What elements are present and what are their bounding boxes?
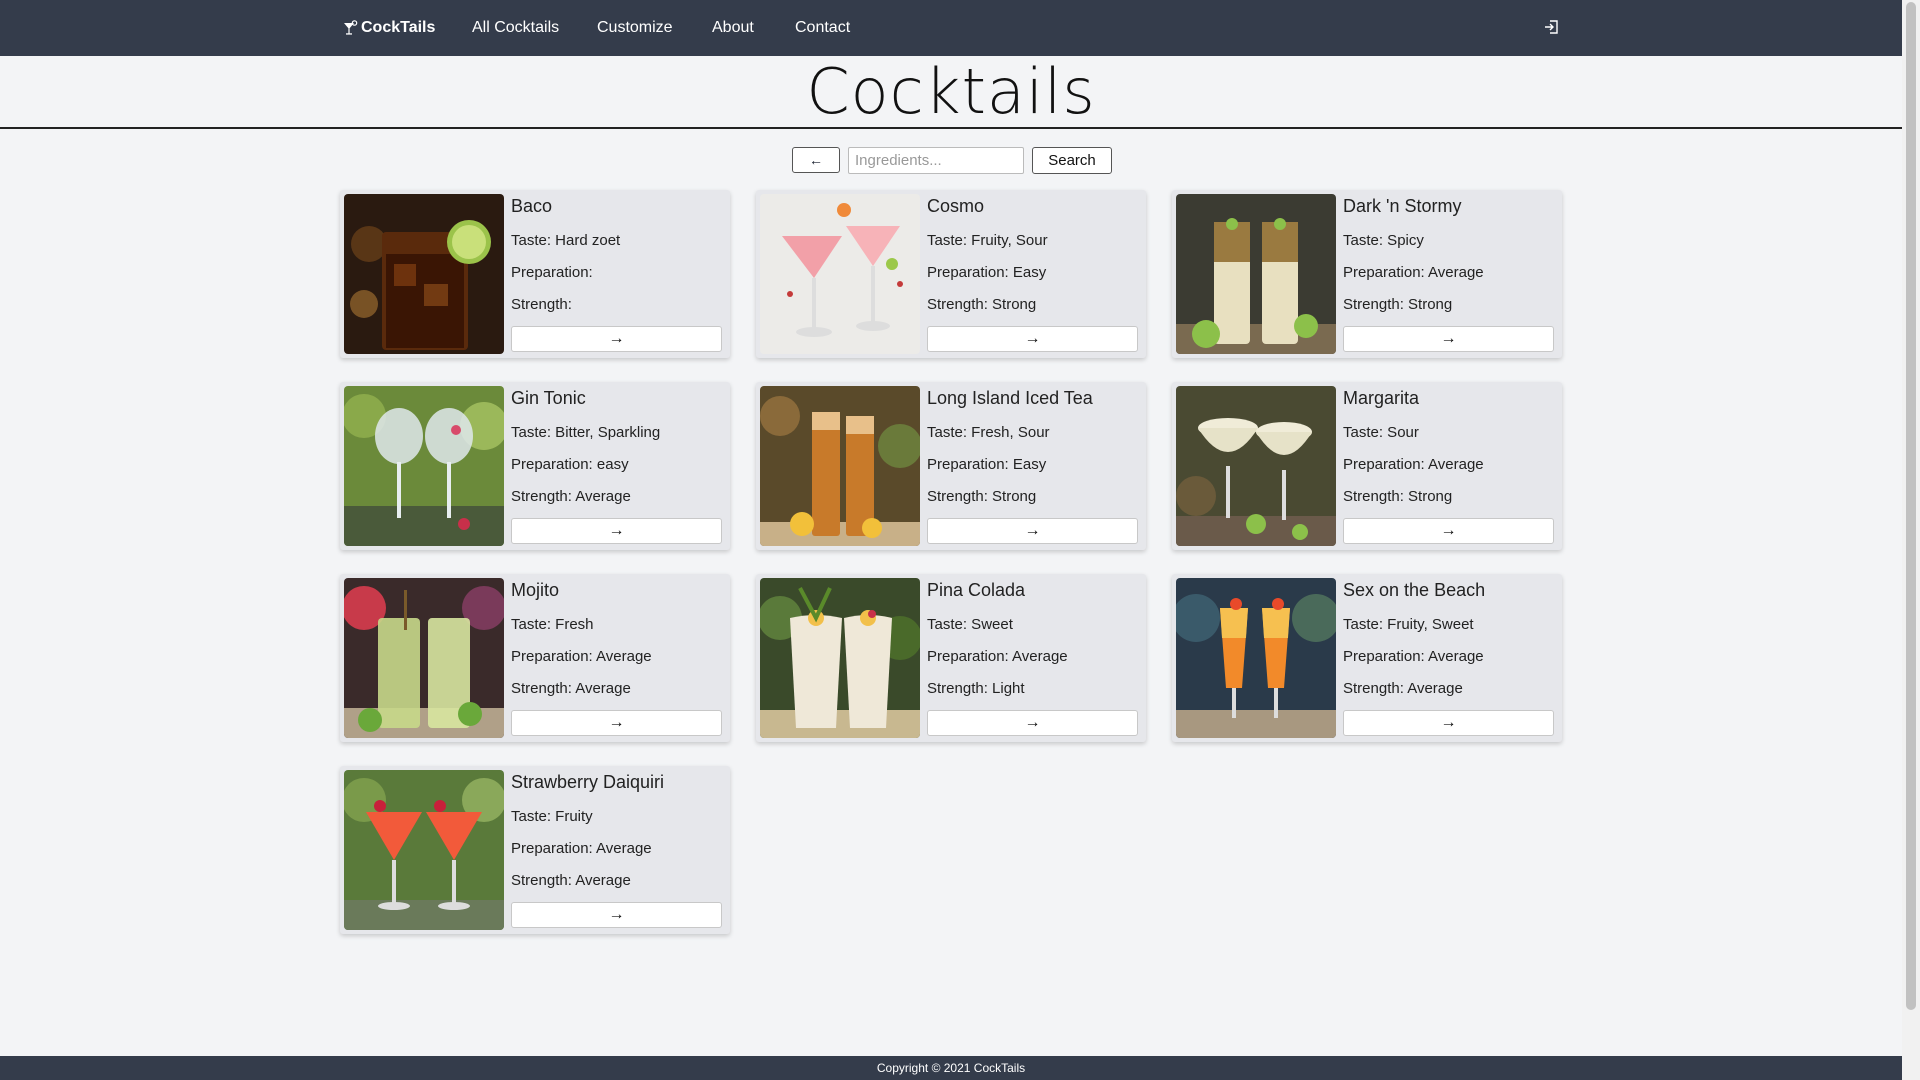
cocktail-preparation: Preparation: easy bbox=[511, 456, 629, 473]
cocktail-image-gin-tonic bbox=[344, 386, 504, 546]
cocktail-card: Strawberry Daiquiri Taste: Fruity Prepar… bbox=[340, 766, 730, 934]
cocktail-strength: Strength: Light bbox=[927, 680, 1025, 697]
cocktail-card: Baco Taste: Hard zoet Preparation: Stren… bbox=[340, 190, 730, 358]
cocktail-name: Long Island Iced Tea bbox=[927, 388, 1093, 408]
cocktail-image-cosmo bbox=[760, 194, 920, 354]
cocktail-strength: Strength: Strong bbox=[927, 296, 1037, 313]
cocktail-preparation: Preparation: Easy bbox=[927, 456, 1047, 473]
page-scrollbar[interactable] bbox=[1902, 0, 1920, 1080]
cocktail-name: Margarita bbox=[1343, 388, 1420, 408]
cocktail-preparation: Preparation: Average bbox=[1343, 648, 1484, 665]
cocktail-preparation: Preparation: Average bbox=[1343, 456, 1484, 473]
cocktail-card: Dark 'n Stormy Taste: Spicy Preparation:… bbox=[1172, 190, 1562, 358]
cocktail-taste: Taste: Fruity, Sweet bbox=[1343, 616, 1474, 633]
cocktail-taste: Taste: Bitter, Sparkling bbox=[511, 424, 661, 441]
cocktail-strength: Strength: Average bbox=[1343, 680, 1463, 697]
nav-link-contact[interactable]: Contact bbox=[795, 0, 850, 56]
cocktail-name: Sex on the Beach bbox=[1343, 580, 1486, 600]
title-divider bbox=[0, 127, 1902, 129]
brand-link[interactable]: CockTails bbox=[342, 0, 435, 56]
cocktail-card: Long Island Iced Tea Taste: Fresh, Sour … bbox=[756, 382, 1146, 550]
view-cocktail-button[interactable]: → bbox=[511, 710, 722, 736]
cocktail-name: Dark 'n Stormy bbox=[1343, 196, 1462, 216]
cocktail-name: Gin Tonic bbox=[511, 388, 586, 408]
cocktail-strength: Strength: Average bbox=[511, 488, 631, 505]
cocktail-image-dark-n-stormy bbox=[1176, 194, 1336, 354]
cocktail-card: Mojito Taste: Fresh Preparation: Average… bbox=[340, 574, 730, 742]
cocktail-strength: Strength: bbox=[511, 296, 572, 313]
cocktail-card: Gin Tonic Taste: Bitter, Sparkling Prepa… bbox=[340, 382, 730, 550]
view-cocktail-button[interactable]: → bbox=[1343, 326, 1554, 352]
scrollbar-thumb[interactable] bbox=[1906, 2, 1916, 1010]
nav-link-customize[interactable]: Customize bbox=[597, 0, 673, 56]
cocktail-card: Cosmo Taste: Fruity, Sour Preparation: E… bbox=[756, 190, 1146, 358]
logout-button[interactable] bbox=[1543, 18, 1561, 36]
cocktail-image-long-island-iced-tea bbox=[760, 386, 920, 546]
cocktail-strength: Strength: Average bbox=[511, 872, 631, 889]
view-cocktail-button[interactable]: → bbox=[927, 518, 1138, 544]
cocktail-strength: Strength: Strong bbox=[927, 488, 1037, 505]
cocktail-glass-icon bbox=[344, 20, 358, 35]
cocktail-taste: Taste: Fresh, Sour bbox=[927, 424, 1050, 441]
cocktail-taste: Taste: Fresh bbox=[511, 616, 594, 633]
cocktail-preparation: Preparation: Average bbox=[511, 648, 652, 665]
cocktail-taste: Taste: Spicy bbox=[1343, 232, 1424, 249]
search-button[interactable]: Search bbox=[1032, 147, 1112, 174]
view-cocktail-button[interactable]: → bbox=[1343, 710, 1554, 736]
logout-icon bbox=[1545, 20, 1558, 34]
view-cocktail-button[interactable]: → bbox=[927, 326, 1138, 352]
cocktail-card: Margarita Taste: Sour Preparation: Avera… bbox=[1172, 382, 1562, 550]
cocktail-card: Sex on the Beach Taste: Fruity, Sweet Pr… bbox=[1172, 574, 1562, 742]
footer: Copyright © 2021 CockTails bbox=[0, 1056, 1902, 1080]
cocktail-name: Baco bbox=[511, 196, 553, 216]
cocktail-image-sex-on-the-beach bbox=[1176, 578, 1336, 738]
cocktail-name: Strawberry Daiquiri bbox=[511, 772, 665, 792]
cocktail-image-strawberry-daiquiri bbox=[344, 770, 504, 930]
page-title: Cocktails bbox=[806, 55, 1096, 128]
cocktail-name: Cosmo bbox=[927, 196, 985, 216]
cocktail-taste: Taste: Fruity bbox=[511, 808, 593, 825]
cocktail-preparation: Preparation: Average bbox=[927, 648, 1068, 665]
view-cocktail-button[interactable]: → bbox=[1343, 518, 1554, 544]
cocktail-image-margarita bbox=[1176, 386, 1336, 546]
cocktail-taste: Taste: Sour bbox=[1343, 424, 1419, 441]
cocktail-preparation: Preparation: Average bbox=[1343, 264, 1484, 281]
back-button[interactable]: ← bbox=[792, 147, 840, 173]
cocktail-image-pina-colada bbox=[760, 578, 920, 738]
cocktail-preparation: Preparation: Average bbox=[511, 840, 652, 857]
cocktail-card: Pina Colada Taste: Sweet Preparation: Av… bbox=[756, 574, 1146, 742]
cocktail-image-baco bbox=[344, 194, 504, 354]
view-cocktail-button[interactable]: → bbox=[511, 518, 722, 544]
copyright-text: Copyright © 2021 CockTails bbox=[876, 1061, 1026, 1075]
brand-label: CockTails bbox=[361, 19, 436, 36]
nav-link-all-cocktails[interactable]: All Cocktails bbox=[472, 0, 559, 56]
view-cocktail-button[interactable]: → bbox=[927, 710, 1138, 736]
navbar: CockTails All Cocktails Customize About … bbox=[0, 0, 1902, 56]
cocktail-name: Pina Colada bbox=[927, 580, 1026, 600]
cocktail-taste: Taste: Sweet bbox=[927, 616, 1013, 633]
cocktail-strength: Strength: Strong bbox=[1343, 488, 1453, 505]
cocktail-strength: Strength: Average bbox=[511, 680, 631, 697]
cocktail-name: Mojito bbox=[511, 580, 560, 600]
cocktail-preparation: Preparation: Easy bbox=[927, 264, 1047, 281]
view-cocktail-button[interactable]: → bbox=[511, 326, 722, 352]
cocktail-preparation: Preparation: bbox=[511, 264, 593, 281]
cocktail-strength: Strength: Strong bbox=[1343, 296, 1453, 313]
ingredients-search-input[interactable] bbox=[848, 147, 1024, 174]
nav-link-about[interactable]: About bbox=[712, 0, 754, 56]
cocktail-image-mojito bbox=[344, 578, 504, 738]
cocktail-taste: Taste: Fruity, Sour bbox=[927, 232, 1048, 249]
view-cocktail-button[interactable]: → bbox=[511, 902, 722, 928]
cocktail-taste: Taste: Hard zoet bbox=[511, 232, 621, 249]
